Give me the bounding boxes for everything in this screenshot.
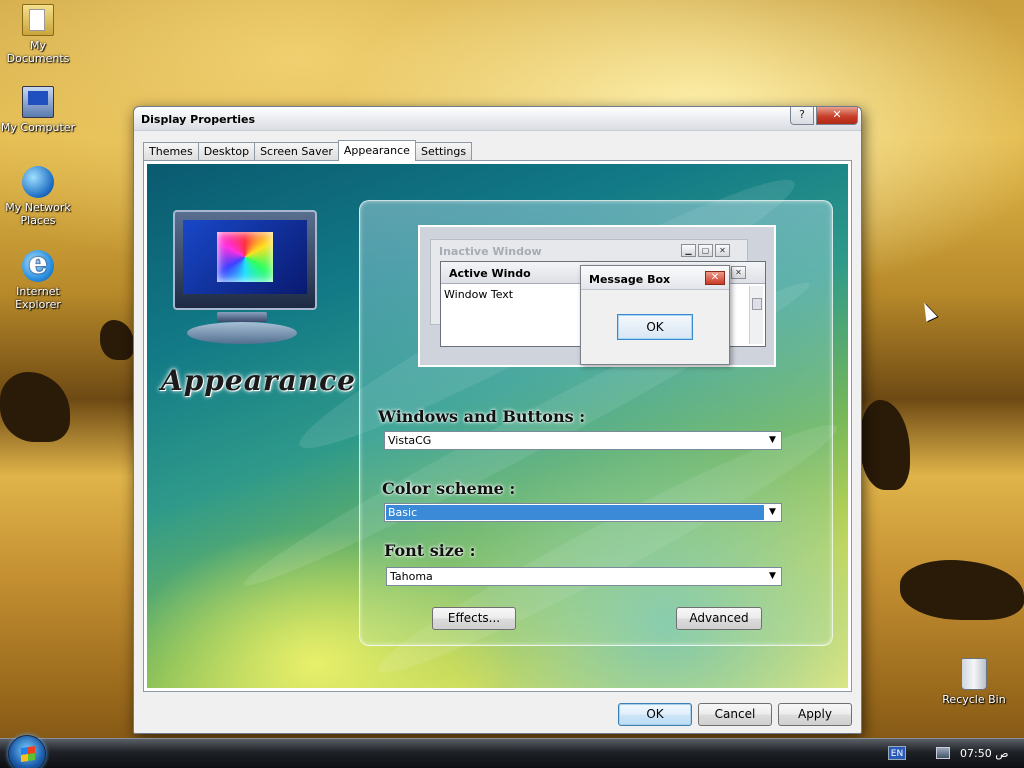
my-documents-icon (22, 4, 54, 36)
message-box-titlebar: Message Box ✕ (581, 266, 729, 290)
desktop-rock (100, 320, 134, 360)
clock[interactable]: ص 07:50 (960, 747, 1009, 760)
effects-button[interactable]: Effects... (432, 607, 516, 630)
appearance-panel: Appearance Inactive Window ▁ ▢ ✕ Active Wi… (143, 160, 852, 692)
tab-screen-saver[interactable]: Screen Saver (254, 142, 339, 161)
mouse-cursor-icon (918, 300, 938, 322)
internet-explorer-icon (22, 246, 54, 282)
start-button[interactable] (8, 735, 46, 768)
chevron-down-icon[interactable]: ▼ (764, 568, 781, 585)
tab-settings[interactable]: Settings (414, 142, 473, 161)
monitor-icon (173, 210, 317, 310)
monitor-stand (217, 312, 267, 322)
message-box-ok: OK (617, 314, 693, 340)
chevron-down-icon[interactable]: ▼ (764, 432, 781, 449)
color-scheme-value: Basic (388, 506, 418, 519)
close-icon: ✕ (715, 244, 730, 257)
maximize-icon: ▢ (698, 244, 713, 257)
desktop-icon-my-computer[interactable]: My Computer (0, 86, 76, 134)
help-button[interactable]: ? (790, 107, 814, 125)
title-bar[interactable]: Display Properties ? ✕ (134, 107, 861, 131)
desktop-icon-network-places[interactable]: My Network Places (0, 166, 76, 227)
close-icon: ✕ (731, 266, 746, 279)
language-indicator[interactable]: EN (888, 746, 906, 760)
close-button[interactable]: ✕ (816, 107, 858, 125)
desktop-rock (900, 560, 1024, 620)
advanced-button[interactable]: Advanced (676, 607, 762, 630)
windows-buttons-label: Windows and Buttons : (378, 407, 586, 426)
preview-caption-buttons: ▁▢✕ (681, 244, 730, 257)
minimize-icon: ▁ (681, 244, 696, 257)
desktop-rock (0, 372, 70, 442)
cancel-button[interactable]: Cancel (698, 703, 772, 726)
windows-buttons-value: VistaCG (388, 434, 432, 447)
windows-logo-icon (21, 746, 35, 762)
settings-glass-panel: Inactive Window ▁▢✕ Active Windo ▁▢✕ Win (359, 200, 833, 646)
windows-buttons-select[interactable]: VistaCG ▼ (384, 431, 782, 450)
desktop-icon-label: Internet Explorer (15, 285, 61, 311)
preview-inactive-title: Inactive Window (439, 245, 542, 258)
tab-appearance[interactable]: Appearance (337, 140, 416, 161)
window-title: Display Properties (141, 113, 256, 126)
color-scheme-select[interactable]: Basic ▼ (384, 503, 782, 522)
appearance-preview: Inactive Window ▁▢✕ Active Windo ▁▢✕ Win (418, 225, 776, 367)
tab-themes[interactable]: Themes (143, 142, 199, 161)
monitor-base (187, 322, 297, 344)
desktop-icon-label: My Documents (6, 39, 70, 65)
tab-desktop[interactable]: Desktop (197, 142, 256, 161)
color-cube-graphic (217, 232, 273, 282)
desktop-icon-label: Recycle Bin (942, 693, 1006, 706)
display-properties-window: Display Properties ? ✕ Themes Desktop Sc… (133, 106, 862, 734)
network-icon[interactable] (936, 747, 950, 759)
font-size-select[interactable]: Tahoma ▼ (386, 567, 782, 586)
preview-scrollbar (749, 286, 763, 344)
desktop-icon-my-documents[interactable]: My Documents (0, 4, 76, 65)
tab-strip: Themes Desktop Screen Saver Appearance S… (143, 140, 473, 161)
recycle-bin-icon (961, 658, 987, 690)
preview-message-box: Message Box ✕ OK (580, 265, 730, 365)
color-scheme-label: Color scheme : (382, 479, 516, 498)
ok-button[interactable]: OK (618, 703, 692, 726)
preview-active-title: Active Windo (449, 267, 531, 280)
chevron-down-icon[interactable]: ▼ (764, 504, 781, 521)
apply-button[interactable]: Apply (778, 703, 852, 726)
font-size-value: Tahoma (390, 570, 433, 583)
preview-window-text: Window Text (444, 288, 514, 301)
panel-background: Appearance Inactive Window ▁ ▢ ✕ Active Wi… (147, 164, 848, 688)
desktop-icon-label: My Network Places (5, 201, 71, 227)
desktop-rock (860, 400, 910, 490)
monitor-screen (183, 220, 307, 294)
my-computer-icon (22, 86, 54, 118)
desktop-icon-label: My Computer (0, 121, 76, 134)
network-places-icon (22, 166, 54, 198)
message-box-title: Message Box (589, 273, 671, 286)
desktop-icon-internet-explorer[interactable]: Internet Explorer (0, 246, 76, 311)
scroll-thumb (752, 298, 762, 310)
taskbar: EN ص 07:50 (0, 735, 1024, 768)
font-size-label: Font size : (384, 541, 476, 560)
appearance-heading: Appearance (161, 364, 356, 397)
message-box-close-icon: ✕ (705, 271, 725, 285)
desktop-icon-recycle-bin[interactable]: Recycle Bin (936, 658, 1012, 706)
